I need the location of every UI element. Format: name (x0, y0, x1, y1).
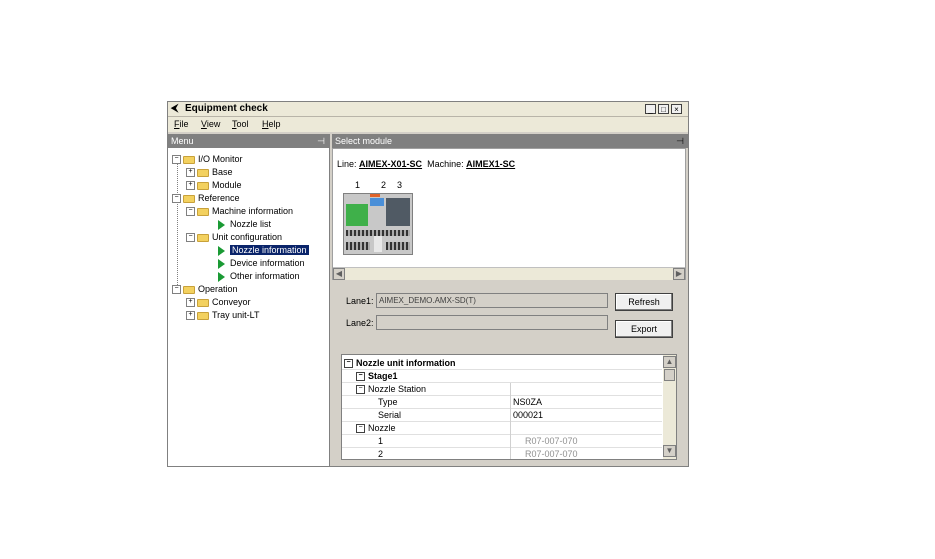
window-title: Equipment check (185, 103, 268, 114)
tree-item-nozzle-information[interactable]: Nozzle information (218, 244, 309, 256)
play-arrow-icon (218, 245, 225, 256)
folder-icon (183, 155, 195, 164)
lane1-label: Lane1: (346, 296, 374, 306)
module-number-1: 1 (355, 180, 361, 190)
folder-icon (183, 285, 195, 294)
play-arrow-icon (218, 271, 225, 282)
menu-help[interactable]: Help (262, 119, 281, 129)
play-arrow-icon (218, 258, 225, 269)
close-button[interactable]: × (671, 104, 682, 114)
folder-icon (197, 181, 209, 190)
scroll-right-icon[interactable]: ▶ (673, 268, 685, 280)
tree-item-reference[interactable]: − Reference (172, 192, 240, 204)
collapse-icon[interactable]: − (356, 372, 365, 382)
title-bar[interactable]: ⮜ Equipment check _ □ × (168, 102, 688, 117)
machine-link[interactable]: AIMEX1-SC (466, 159, 515, 169)
pin-icon[interactable]: ⊣ (676, 134, 684, 148)
machine-image[interactable] (343, 193, 413, 255)
folder-icon (197, 168, 209, 177)
tree-item-io-monitor[interactable]: − I/O Monitor (172, 153, 243, 165)
tree-item-base[interactable]: + Base (186, 166, 233, 178)
collapse-icon[interactable]: − (172, 285, 181, 295)
menu-view[interactable]: View (201, 119, 220, 129)
tree-item-operation[interactable]: − Operation (172, 283, 238, 295)
folder-icon (183, 194, 195, 203)
folder-icon (197, 311, 209, 320)
collapse-icon[interactable]: − (344, 359, 353, 369)
minimize-button[interactable]: _ (645, 104, 656, 114)
grid-row[interactable]: − Nozzle Station (342, 383, 662, 396)
tree-item-device-information[interactable]: Device information (218, 257, 305, 269)
vertical-scrollbar[interactable]: ▲ ▼ (663, 355, 676, 459)
menu-pane-header: Menu ⊣ (168, 134, 329, 148)
tree-item-conveyor[interactable]: + Conveyor (186, 296, 251, 308)
select-module-pane: Select module ⊣ Line: AIMEX-X01-SC Machi… (332, 134, 688, 466)
grid-row[interactable]: Serial 000021 (342, 409, 662, 422)
lane-panel: Lane1: AIMEX_DEMO.AMX-SD(T) Lane2: Refre… (332, 282, 686, 466)
tree-item-module[interactable]: + Module (186, 179, 242, 191)
grid-row[interactable]: Type NS0ZA (342, 396, 662, 409)
app-icon: ⮜ (171, 103, 179, 114)
collapse-icon[interactable]: − (172, 155, 181, 165)
refresh-button[interactable]: Refresh (615, 293, 673, 311)
module-number-2: 2 (381, 180, 387, 190)
line-link[interactable]: AIMEX-X01-SC (359, 159, 422, 169)
expand-icon[interactable]: + (186, 298, 195, 308)
equipment-check-window: ⮜ Equipment check _ □ × File View Tool H… (167, 101, 689, 467)
collapse-icon[interactable]: − (356, 424, 365, 434)
module-view: Line: AIMEX-X01-SC Machine: AIMEX1-SC 1 … (332, 148, 686, 280)
scroll-up-icon[interactable]: ▲ (663, 356, 676, 368)
select-module-header: Select module ⊣ (332, 134, 688, 148)
expand-icon[interactable]: + (186, 181, 195, 191)
expand-icon[interactable]: + (186, 168, 195, 178)
play-arrow-icon (218, 219, 225, 230)
tree-item-machine-information[interactable]: − Machine information (186, 205, 293, 217)
lane2-field[interactable] (376, 315, 608, 330)
tree-item-unit-configuration[interactable]: − Unit configuration (186, 231, 282, 243)
maximize-button[interactable]: □ (658, 104, 669, 114)
collapse-icon[interactable]: − (186, 207, 195, 217)
lane2-label: Lane2: (346, 318, 374, 328)
grid-row[interactable]: 2 R07-007-070 (342, 448, 662, 459)
folder-icon (197, 207, 209, 216)
folder-icon (197, 233, 209, 242)
collapse-icon[interactable]: − (356, 385, 365, 395)
grid-row[interactable]: 1 R07-007-070 (342, 435, 662, 448)
menu-bar: File View Tool Help (168, 117, 688, 132)
grid-row[interactable]: − Stage1 (342, 370, 662, 383)
scroll-down-icon[interactable]: ▼ (663, 445, 676, 457)
lane1-field[interactable]: AIMEX_DEMO.AMX-SD(T) (376, 293, 608, 308)
scroll-left-icon[interactable]: ◀ (333, 268, 345, 280)
module-number-3: 3 (397, 180, 403, 190)
tree-item-nozzle-list[interactable]: Nozzle list (218, 218, 271, 230)
nozzle-info-grid: − Nozzle unit information − Stage1 − Nozzle… (341, 354, 677, 460)
folder-icon (197, 298, 209, 307)
grid-row[interactable]: − Nozzle (342, 422, 662, 435)
tree-line (177, 158, 178, 289)
tree-item-tray-unit-lt[interactable]: + Tray unit-LT (186, 309, 260, 321)
pin-icon[interactable]: ⊣ (317, 134, 325, 148)
expand-icon[interactable]: + (186, 311, 195, 321)
horizontal-scrollbar[interactable]: ◀ ▶ (333, 267, 685, 280)
menu-pane: Menu ⊣ − I/O Monitor + Base + Module − Refer… (168, 134, 330, 466)
tree-item-other-information[interactable]: Other information (218, 270, 300, 282)
menu-tool[interactable]: Tool (232, 119, 249, 129)
line-machine-label: Line: AIMEX-X01-SC Machine: AIMEX1-SC (337, 159, 516, 169)
menu-file[interactable]: File (174, 119, 189, 129)
export-button[interactable]: Export (615, 320, 673, 338)
scroll-thumb[interactable] (664, 369, 675, 381)
collapse-icon[interactable]: − (172, 194, 181, 204)
grid-row[interactable]: − Nozzle unit information (342, 357, 662, 370)
collapse-icon[interactable]: − (186, 233, 195, 243)
